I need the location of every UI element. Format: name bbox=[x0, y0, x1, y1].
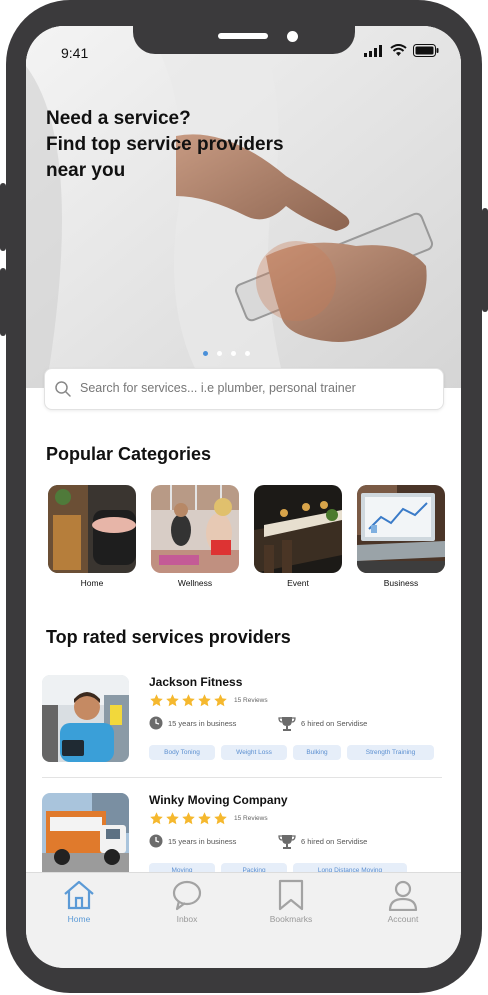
category-business[interactable]: Business bbox=[357, 485, 445, 588]
phone-side-button bbox=[0, 183, 6, 251]
hired-text: 6 hired on Servidise bbox=[301, 837, 368, 846]
experience-text: 15 years in business bbox=[168, 718, 237, 728]
hero-headline-line: Find top service providers bbox=[46, 134, 284, 155]
hero-headline-line: Need a service? bbox=[46, 108, 191, 129]
review-count[interactable]: 15 Reviews bbox=[234, 815, 268, 822]
carousel-dot[interactable] bbox=[231, 351, 236, 356]
phone-speaker bbox=[218, 33, 268, 39]
category-label: Home bbox=[80, 578, 104, 588]
provider-photo bbox=[42, 793, 129, 880]
category-event[interactable]: Event bbox=[254, 485, 342, 588]
star-icon bbox=[214, 812, 227, 825]
trophy-icon bbox=[278, 717, 296, 731]
trophy-icon bbox=[278, 835, 296, 849]
category-image bbox=[48, 485, 136, 573]
hero-photo bbox=[26, 26, 461, 388]
star-icon bbox=[198, 694, 211, 707]
carousel-dot[interactable] bbox=[217, 351, 222, 356]
category-label: Wellness bbox=[177, 578, 213, 588]
top-rated-title: Top rated services providers bbox=[46, 627, 291, 647]
provider-rating: 15 Reviews bbox=[149, 811, 268, 826]
phone-camera bbox=[287, 31, 298, 42]
clock-icon bbox=[149, 834, 163, 848]
category-label: Event bbox=[287, 578, 309, 588]
wifi-icon bbox=[390, 44, 407, 56]
star-icon bbox=[166, 812, 179, 825]
star-icon bbox=[198, 812, 211, 825]
tab-bookmarks[interactable]: Bookmarks bbox=[256, 879, 326, 924]
hired-text: 6 hired on Servidise bbox=[301, 719, 368, 728]
review-count[interactable]: 15 Reviews bbox=[234, 697, 268, 704]
phone-side-button bbox=[0, 268, 6, 336]
category-image bbox=[254, 485, 342, 573]
hero-headline: Need a service? Find top service provide… bbox=[46, 106, 346, 184]
provider-card[interactable]: Jackson Fitness 15 Reviews 15 years in b… bbox=[42, 675, 442, 767]
clock-icon bbox=[149, 716, 163, 730]
app-screen: 9:41 Need a service? Find top service pr… bbox=[26, 26, 461, 968]
tab-inbox[interactable]: Inbox bbox=[152, 879, 222, 924]
service-tags: Body Toning Weight Loss Bulking Strength… bbox=[149, 745, 434, 760]
user-icon bbox=[388, 880, 418, 911]
carousel-dot[interactable] bbox=[245, 351, 250, 356]
tab-home[interactable]: Home bbox=[44, 879, 114, 924]
category-home[interactable]: Home bbox=[48, 485, 136, 588]
experience-text: 15 years in business bbox=[168, 836, 237, 846]
service-tag[interactable]: Body Toning bbox=[149, 745, 215, 760]
status-time: 9:41 bbox=[61, 45, 89, 61]
experience-info: 15 years in business bbox=[149, 716, 236, 730]
hero-banner[interactable]: 9:41 Need a service? Find top service pr… bbox=[26, 26, 461, 388]
battery-icon bbox=[413, 44, 439, 57]
star-icon bbox=[150, 812, 163, 825]
tab-label: Account bbox=[387, 914, 419, 924]
star-icon bbox=[214, 694, 227, 707]
service-tag[interactable]: Bulking bbox=[293, 745, 341, 760]
bottom-tab-bar: Home Inbox Bookmarks Account bbox=[26, 872, 461, 968]
category-list: Home Wellness Event Business bbox=[48, 485, 445, 588]
category-image bbox=[151, 485, 239, 573]
provider-name[interactable]: Jackson Fitness bbox=[149, 675, 242, 689]
search-icon bbox=[55, 381, 71, 397]
tab-label: Inbox bbox=[176, 914, 198, 924]
star-icon bbox=[182, 694, 195, 707]
category-wellness[interactable]: Wellness bbox=[151, 485, 239, 588]
provider-name[interactable]: Winky Moving Company bbox=[149, 793, 288, 807]
signal-icon bbox=[364, 44, 382, 57]
star-icon bbox=[150, 694, 163, 707]
category-image bbox=[357, 485, 445, 573]
search-placeholder: Search for services... i.e plumber, pers… bbox=[80, 381, 356, 395]
experience-info: 15 years in business bbox=[149, 834, 236, 848]
tab-label: Home bbox=[67, 914, 91, 924]
hired-info: 6 hired on Servidise bbox=[278, 834, 367, 849]
provider-photo bbox=[42, 675, 129, 762]
provider-rating: 15 Reviews bbox=[149, 693, 268, 708]
tab-label: Bookmarks bbox=[269, 914, 313, 924]
category-label: Business bbox=[383, 578, 419, 588]
star-icon bbox=[182, 812, 195, 825]
carousel-dots bbox=[203, 351, 250, 356]
card-divider bbox=[42, 777, 442, 778]
search-input[interactable]: Search for services... i.e plumber, pers… bbox=[44, 368, 444, 410]
popular-categories-title: Popular Categories bbox=[46, 444, 212, 464]
carousel-dot-active[interactable] bbox=[203, 351, 208, 356]
hired-info: 6 hired on Servidise bbox=[278, 716, 367, 731]
service-tag[interactable]: Weight Loss bbox=[221, 745, 287, 760]
tab-account[interactable]: Account bbox=[368, 879, 438, 924]
home-icon bbox=[64, 880, 94, 910]
phone-notch bbox=[133, 26, 355, 54]
service-tag[interactable]: Strength Training bbox=[347, 745, 434, 760]
status-icons bbox=[364, 44, 439, 57]
hero-headline-line: near you bbox=[46, 160, 126, 181]
bookmark-icon bbox=[278, 879, 304, 911]
star-icon bbox=[166, 694, 179, 707]
chat-bubble-icon bbox=[172, 880, 202, 911]
phone-side-button bbox=[482, 208, 488, 312]
